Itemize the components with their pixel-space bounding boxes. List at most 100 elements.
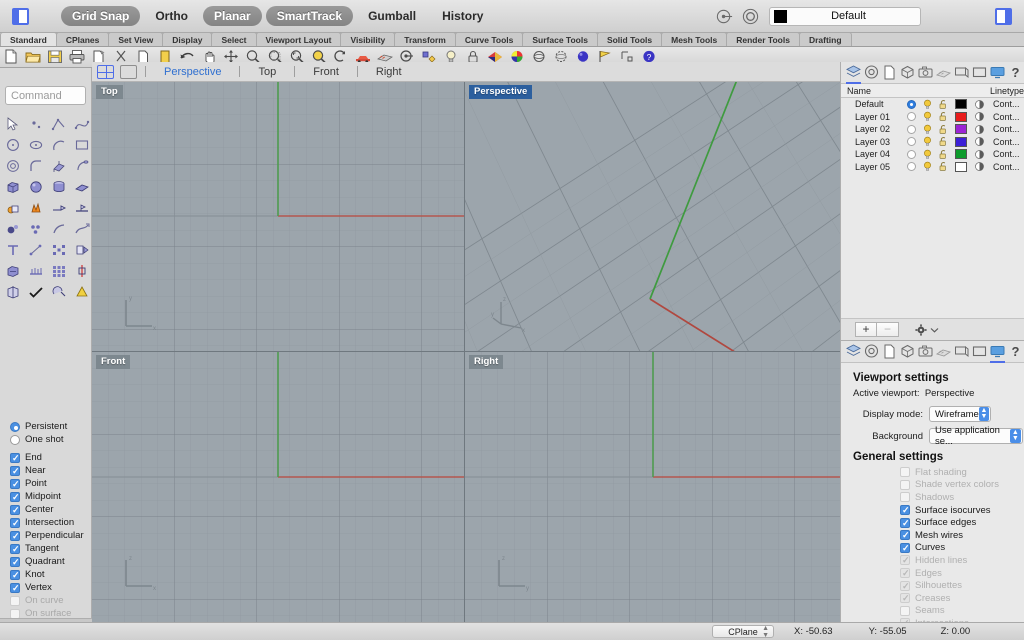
osnap-mode-persistent[interactable]: Persistent — [10, 420, 92, 433]
circle-icon[interactable] — [1, 135, 24, 156]
check-icon[interactable] — [24, 282, 47, 303]
mode-toggle-smarttrack[interactable]: SmartTrack — [265, 6, 354, 26]
dimension-icon[interactable] — [24, 240, 47, 261]
save-icon[interactable] — [46, 48, 67, 67]
osnap-near[interactable]: Near — [10, 464, 92, 477]
viewport-front[interactable]: z x Front — [92, 352, 465, 622]
layer-material[interactable] — [971, 124, 987, 135]
checkbox-icon[interactable] — [10, 543, 20, 555]
background-select[interactable]: Use application se... ▲ ▼ — [929, 425, 1023, 447]
layer-visibility-toggle[interactable] — [919, 111, 935, 122]
layer-lock-toggle[interactable] — [935, 149, 951, 160]
osnap-point[interactable]: Point — [10, 477, 92, 490]
viewport-label-perspective[interactable]: Perspective — [469, 85, 533, 99]
osnap-vertex[interactable]: Vertex — [10, 581, 92, 594]
osnap-mode-one-shot[interactable]: One shot — [10, 433, 92, 446]
checkbox-icon[interactable] — [10, 452, 20, 464]
toolbar-tab-viewport-layout[interactable]: Viewport Layout — [255, 32, 342, 46]
curve-icon[interactable] — [70, 114, 93, 135]
checkbox-icon[interactable] — [10, 556, 20, 568]
mode-toggle-history[interactable]: History — [431, 6, 494, 26]
ellipse-icon[interactable] — [24, 135, 47, 156]
command-input[interactable]: Command — [5, 86, 86, 105]
layer-lock-toggle[interactable] — [935, 99, 951, 110]
panel-tab-display-icon[interactable] — [989, 343, 1006, 363]
current-layer-selector[interactable]: Default — [769, 6, 921, 26]
toolbar-tab-cplanes[interactable]: CPlanes — [55, 32, 110, 46]
box-icon[interactable] — [1, 177, 24, 198]
layer-row[interactable]: Layer 01 Cont... — [841, 111, 1024, 124]
general-setting-hidden-lines[interactable]: Hidden lines — [853, 554, 1024, 567]
arc-icon[interactable] — [47, 135, 70, 156]
panel-tab-camera-icon[interactable] — [917, 64, 934, 81]
checkbox-icon[interactable] — [10, 595, 20, 606]
viewport-label-front[interactable]: Front — [96, 355, 131, 369]
checkbox-icon[interactable] — [10, 517, 20, 529]
panel-tab-properties-icon[interactable] — [881, 343, 898, 360]
osnap-quadrant[interactable]: Quadrant — [10, 555, 92, 568]
checkbox-icon[interactable] — [900, 605, 910, 616]
panel-tab-object-icon[interactable] — [899, 64, 916, 81]
cplane-selector[interactable]: CPlane ▲ ▼ — [712, 625, 774, 639]
boolean-union-icon[interactable] — [1, 198, 24, 219]
layer-current-toggle[interactable] — [903, 112, 919, 122]
general-setting-edges[interactable]: Edges — [853, 567, 1024, 580]
grid-icon[interactable] — [47, 261, 70, 282]
checkbox-icon[interactable] — [900, 492, 910, 503]
toolbar-tab-render-tools[interactable]: Render Tools — [726, 32, 800, 46]
panel-tab-properties-icon[interactable] — [881, 64, 898, 81]
osnap-knot[interactable]: Knot — [10, 568, 92, 581]
layer-current-toggle[interactable] — [903, 124, 919, 134]
checkbox-icon[interactable] — [900, 554, 910, 566]
display-mode-select[interactable]: Wireframe ▲ ▼ — [929, 406, 991, 422]
mesh-plane-icon[interactable] — [24, 261, 47, 282]
general-setting-mesh-wires[interactable]: Mesh wires — [853, 529, 1024, 542]
viewport-perspective[interactable]: z x y Perspective — [465, 82, 840, 352]
panel-tab-named-cplanes-icon[interactable] — [971, 64, 988, 81]
mode-toggle-gumball[interactable]: Gumball — [357, 6, 427, 26]
revolve-icon[interactable] — [70, 156, 93, 177]
print-icon[interactable] — [68, 48, 89, 67]
toolbar-tab-set-view[interactable]: Set View — [108, 32, 164, 46]
sweep-icon[interactable] — [47, 219, 70, 240]
blend-icon[interactable] — [1, 219, 24, 240]
point-icon[interactable] — [24, 114, 47, 135]
extrude-icon[interactable] — [70, 198, 93, 219]
left-panel-toggle-icon[interactable] — [12, 7, 29, 25]
add-layer-button[interactable]: + — [855, 322, 877, 337]
trim-icon[interactable] — [1, 282, 24, 303]
layer-visibility-toggle[interactable] — [919, 124, 935, 135]
layer-visibility-toggle[interactable] — [919, 136, 935, 147]
spiral-icon[interactable] — [1, 156, 24, 177]
panel-tab-object-icon[interactable] — [899, 343, 916, 360]
layer-current-toggle[interactable] — [903, 137, 919, 147]
radio-icon[interactable] — [10, 421, 20, 432]
new-file-icon[interactable] — [2, 48, 23, 67]
osnap-tangent[interactable]: Tangent — [10, 542, 92, 555]
layer-row[interactable]: Layer 02 Cont... — [841, 123, 1024, 136]
layer-current-toggle[interactable] — [903, 162, 919, 172]
layer-row[interactable]: Layer 05 Cont... — [841, 161, 1024, 174]
toolbar-tab-standard[interactable]: Standard — [0, 32, 57, 46]
panel-tab-materials-icon[interactable] — [935, 64, 952, 81]
radio-icon[interactable] — [906, 124, 916, 134]
single-view-layout-icon[interactable] — [120, 64, 137, 79]
layer-target-icon[interactable] — [741, 7, 760, 26]
checkbox-icon[interactable] — [900, 504, 910, 516]
osnap-on-curve[interactable]: On curve — [10, 594, 92, 607]
layer-visibility-toggle[interactable] — [919, 99, 935, 110]
general-setting-surface-isocurves[interactable]: Surface isocurves — [853, 504, 1024, 517]
checkbox-icon[interactable] — [10, 608, 20, 619]
text-icon[interactable] — [1, 240, 24, 261]
layer-current-toggle[interactable] — [903, 99, 919, 109]
checkbox-icon[interactable] — [900, 567, 910, 579]
osnap-intersection[interactable]: Intersection — [10, 516, 92, 529]
viewport-top[interactable]: y x Top — [92, 82, 465, 352]
checkbox-icon[interactable] — [900, 479, 910, 490]
checkbox-icon[interactable] — [900, 580, 910, 592]
checkbox-icon[interactable] — [900, 467, 910, 478]
block-icon[interactable] — [47, 240, 70, 261]
viewport-label-top[interactable]: Top — [96, 85, 123, 99]
checkbox-icon[interactable] — [10, 478, 20, 490]
panel-tab-help-icon[interactable]: ? — [1007, 343, 1024, 360]
